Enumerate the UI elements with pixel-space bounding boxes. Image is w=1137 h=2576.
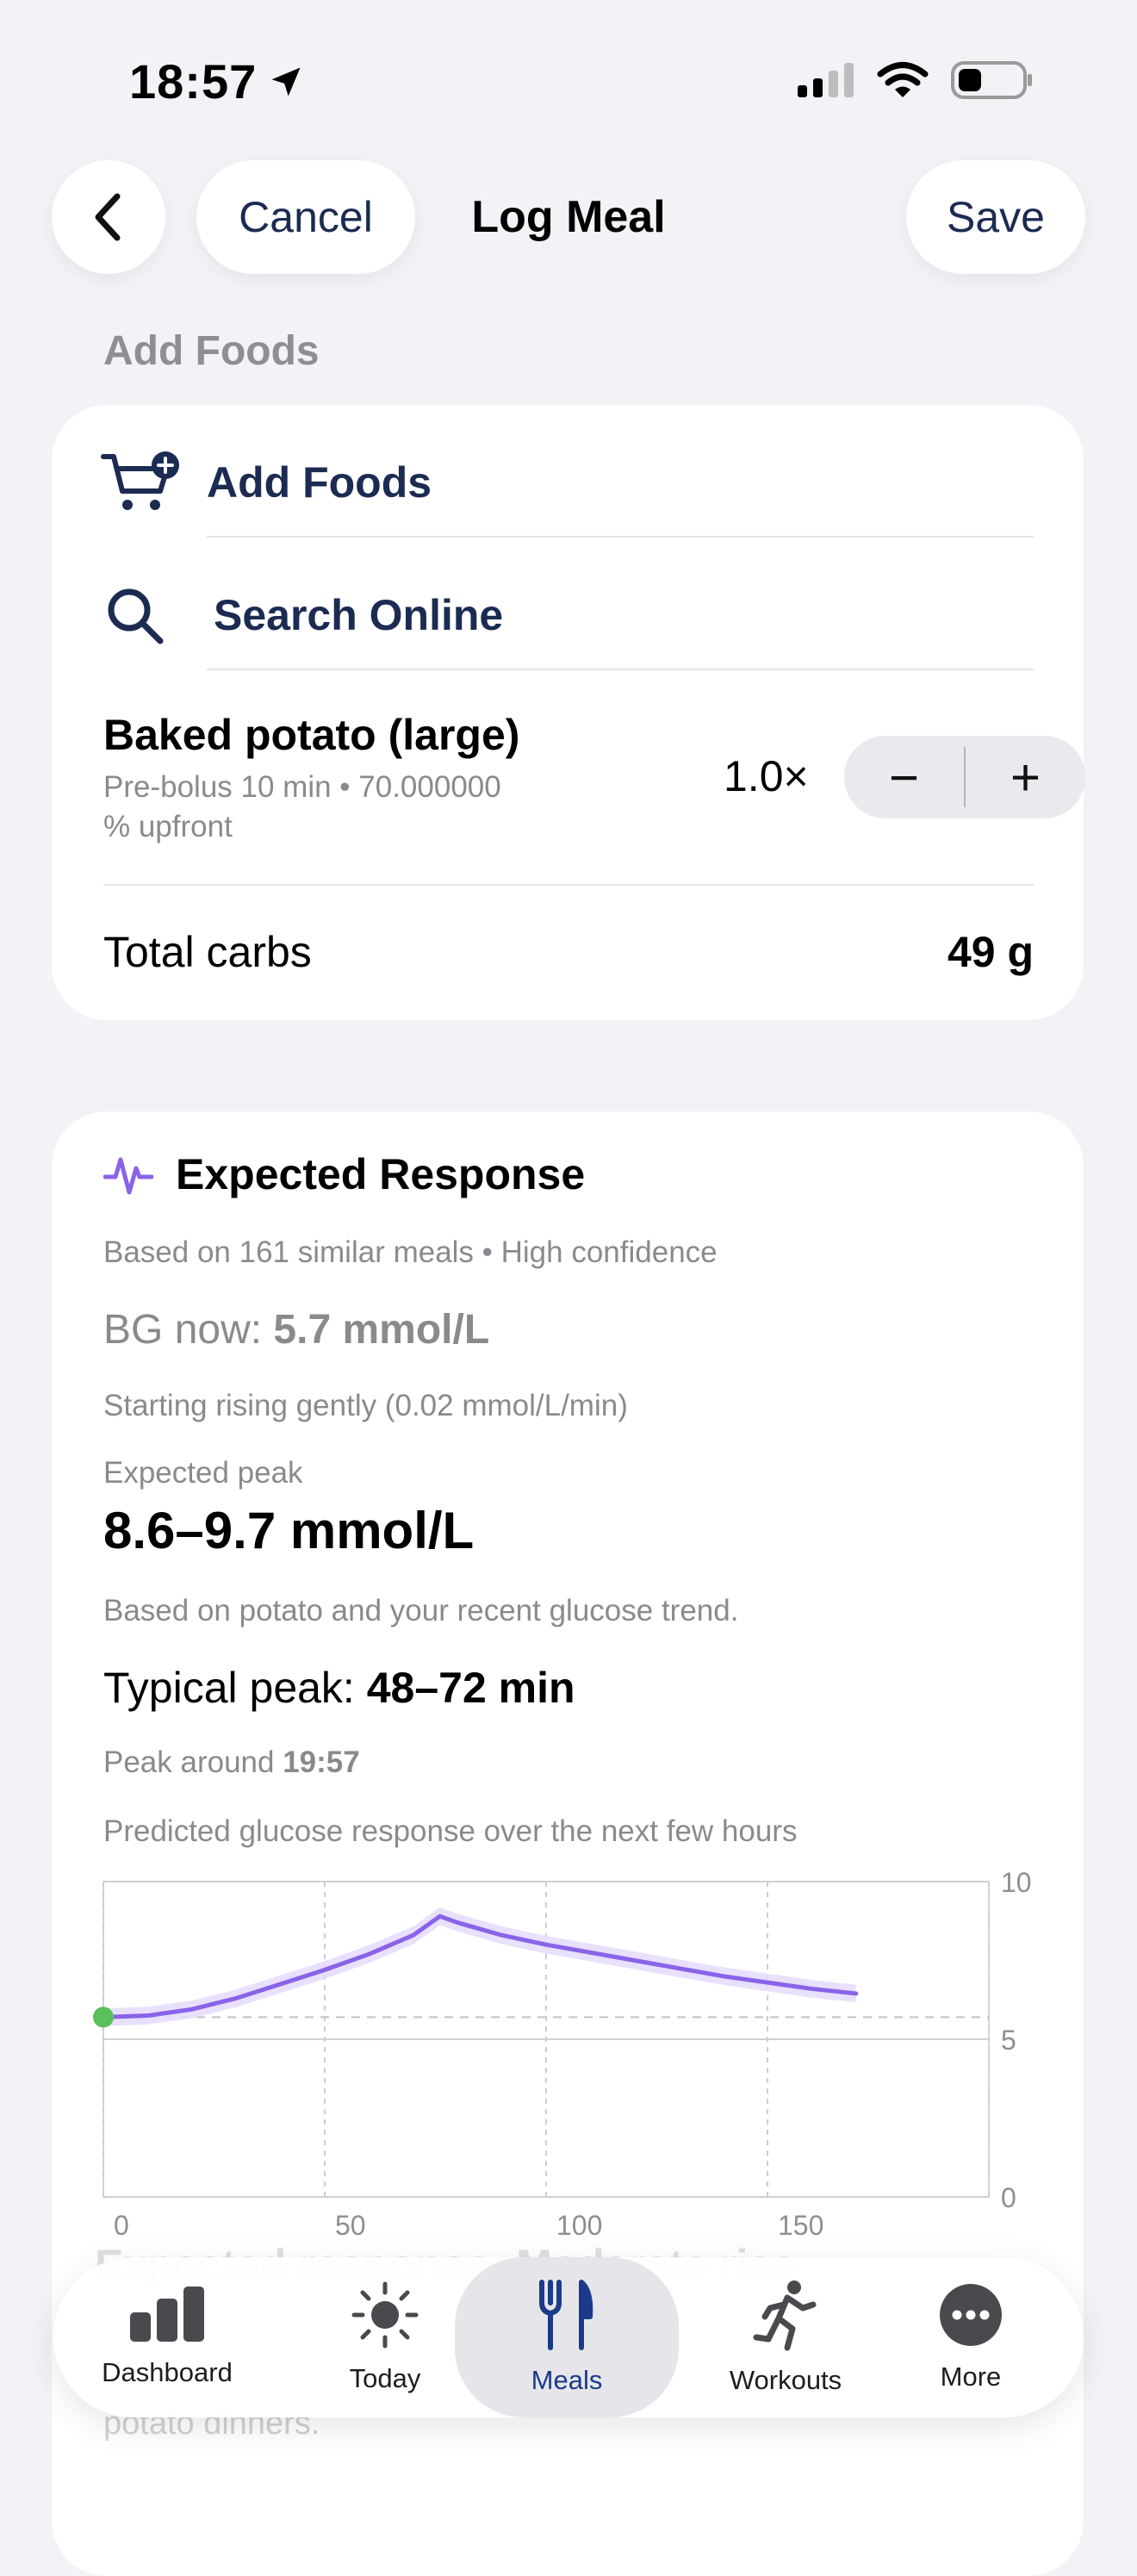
food-item-row: Baked potato (large) Pre-bolus 10 min • … [103, 710, 1085, 856]
divider [103, 884, 1034, 886]
wifi-icon [877, 62, 929, 97]
search-online-row[interactable]: Search Online [103, 572, 1034, 658]
x-tick-label: 50 [335, 2210, 366, 2241]
decrement-button[interactable]: − [844, 736, 964, 818]
current-bg-point [93, 2007, 114, 2028]
tab-today[interactable]: Today [312, 2257, 458, 2417]
portion-stepper[interactable]: − + [844, 736, 1085, 818]
typical-peak: Typical peak: 48–72 min [103, 1664, 575, 1712]
total-carbs-value: 49 g [947, 928, 1034, 976]
expected-peak-label: Expected peak [103, 1456, 303, 1490]
cellular-signal-icon [798, 63, 854, 97]
response-header: Expected Response [103, 1149, 585, 1199]
divider [207, 536, 1034, 538]
tab-dashboard[interactable]: Dashboard [53, 2257, 281, 2417]
status-icons [798, 60, 1034, 100]
glucose-response-chart: 0 50 100 1501050 [93, 1867, 1032, 2241]
magnifier-icon [108, 588, 164, 644]
fork-knife-icon [539, 2280, 593, 2350]
prediction-band [103, 1907, 856, 2026]
add-foods-row[interactable]: Add Foods [100, 439, 1035, 526]
tab-more[interactable]: More [898, 2257, 1044, 2417]
trend-text: Starting rising gently (0.02 mmol/L/min) [103, 1389, 628, 1422]
peak-around: Peak around 19:57 [103, 1745, 360, 1779]
section-header: Add Foods [103, 328, 320, 374]
sun-icon [351, 2281, 419, 2349]
x-tick-label: 150 [778, 2210, 823, 2241]
battery-icon [951, 61, 1032, 99]
ellipsis-circle-icon [940, 2284, 1002, 2346]
based-on-text: Based on 161 similar meals • High confid… [103, 1235, 718, 1269]
cart-plus-icon [101, 451, 179, 510]
bg-now: BG now: 5.7 mmol/L [103, 1307, 490, 1353]
status-time: 18:57 [129, 53, 305, 109]
x-tick-label: 0 [114, 2210, 129, 2241]
runner-icon [753, 2280, 817, 2351]
location-arrow-icon [271, 67, 301, 96]
increment-button[interactable]: + [966, 736, 1085, 818]
total-carbs-label: Total carbs [103, 928, 312, 976]
y-tick-label: 5 [1001, 2025, 1016, 2056]
y-tick-label: 0 [1001, 2182, 1016, 2213]
tab-meals[interactable]: Meals [455, 2257, 679, 2417]
waveform-icon [103, 1157, 153, 1195]
portion-multiplier: 1.0× [724, 752, 809, 800]
tab-workouts[interactable]: Workouts [691, 2257, 880, 2417]
x-tick-label: 100 [556, 2210, 602, 2241]
chart-caption: Predicted glucose response over the next… [103, 1814, 798, 1848]
tab-bar: Dashboard Today Meals Workouts More [53, 2257, 1084, 2417]
save-button[interactable]: Save [906, 160, 1085, 274]
expected-peak-value: 8.6–9.7 mmol/L [103, 1502, 475, 1559]
divider [207, 669, 1034, 670]
total-carbs-row: Total carbs 49 g [103, 927, 1034, 977]
peak-basis-text: Based on potato and your recent glucose … [103, 1594, 739, 1627]
y-tick-label: 10 [1001, 1867, 1032, 1898]
bar-chart-icon [130, 2287, 204, 2342]
add-foods-card: Add Foods Search Online Baked potato (la… [52, 405, 1085, 1020]
